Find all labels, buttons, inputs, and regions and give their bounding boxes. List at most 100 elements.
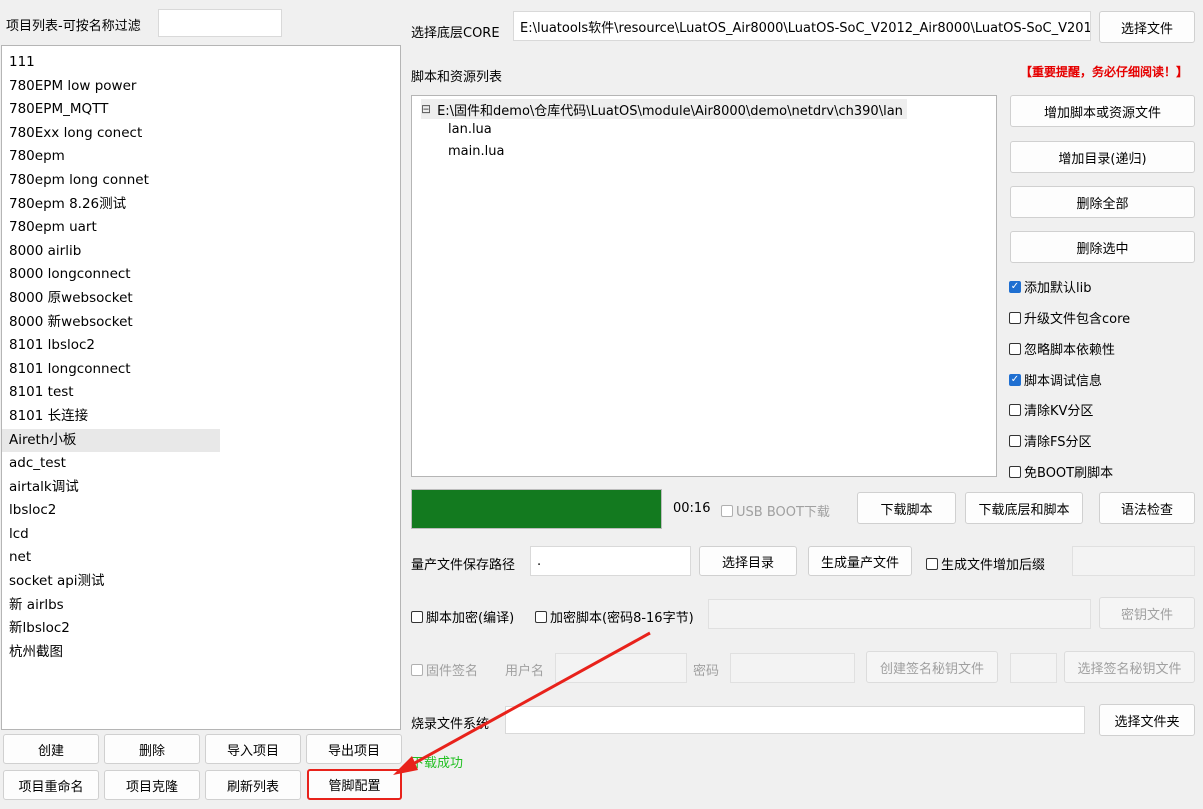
project-list-item[interactable]: 8101 test: [2, 381, 220, 405]
project-list-item[interactable]: 8101 longconnect: [2, 358, 220, 382]
download-core-script-button[interactable]: 下载底层和脚本: [965, 492, 1083, 524]
project-list-item[interactable]: lbsloc2: [2, 499, 220, 523]
fs-path-input[interactable]: [505, 706, 1085, 734]
project-list-item[interactable]: 780Exx long conect: [2, 122, 220, 146]
suffix-input[interactable]: [1072, 546, 1195, 576]
project-list-item[interactable]: 8101 lbsloc2: [2, 334, 220, 358]
select-directory-button[interactable]: 选择目录: [699, 546, 797, 576]
sign-username-label: 用户名: [505, 664, 545, 679]
tree-root-row[interactable]: ⊟ E:\固件和demo\仓库代码\LuatOS\module\Air8000\…: [421, 99, 907, 119]
sign-password-input[interactable]: [730, 653, 855, 683]
refresh-list-button[interactable]: 刷新列表: [205, 770, 301, 800]
export-project-button[interactable]: 导出项目: [306, 734, 402, 764]
checkbox-icon: [1009, 403, 1021, 416]
sign-username-input[interactable]: [555, 653, 687, 683]
checkbox-icon: [535, 610, 547, 623]
add-script-button[interactable]: 增加脚本或资源文件: [1010, 95, 1195, 127]
fs-label: 烧录文件系统: [411, 717, 490, 732]
checkbox-icon: [411, 663, 423, 676]
project-list-item[interactable]: 780epm uart: [2, 216, 220, 240]
add-directory-button[interactable]: 增加目录(递归): [1010, 141, 1195, 173]
project-list-item[interactable]: 8000 新websocket: [2, 311, 220, 335]
create-sign-key-button[interactable]: 创建签名秘钥文件: [866, 651, 998, 683]
project-list-item[interactable]: 780epm: [2, 145, 220, 169]
project-list-item[interactable]: Aireth小板: [2, 428, 220, 453]
checkbox-icon: [411, 610, 423, 623]
project-list-item[interactable]: 780epm long connet: [2, 169, 220, 193]
download-progress-fill: [412, 490, 661, 528]
option-checkbox[interactable]: 清除KV分区: [1009, 400, 1093, 419]
script-tree[interactable]: ⊟ E:\固件和demo\仓库代码\LuatOS\module\Air8000\…: [411, 95, 997, 477]
download-script-button[interactable]: 下载脚本: [857, 492, 956, 524]
generate-mass-file-button[interactable]: 生成量产文件: [808, 546, 912, 576]
rename-project-button[interactable]: 项目重命名: [3, 770, 99, 800]
tree-file-item[interactable]: lan.lua: [448, 122, 492, 137]
project-list[interactable]: 111 780EPM low power 780EPM_MQTT 780Exx lon…: [1, 45, 401, 730]
option-checkbox[interactable]: ✓ 脚本调试信息: [1009, 370, 1102, 389]
important-notice-link[interactable]: 【重要提醒，务必仔细阅读！】: [1020, 63, 1188, 80]
sign-key-path-input[interactable]: [1010, 653, 1057, 683]
project-list-item[interactable]: 8000 airlib: [2, 240, 220, 264]
project-list-item[interactable]: 111: [2, 51, 220, 75]
project-list-item[interactable]: 780epm 8.26测试: [2, 193, 220, 217]
project-list-item[interactable]: adc_test: [2, 452, 220, 476]
delete-project-button[interactable]: 删除: [104, 734, 200, 764]
project-filter-input[interactable]: [158, 9, 282, 37]
checkbox-icon: [1009, 434, 1021, 447]
encrypt-password-input[interactable]: [708, 599, 1091, 629]
tree-file-item[interactable]: main.lua: [448, 144, 504, 159]
delete-selected-button[interactable]: 删除选中: [1010, 231, 1195, 263]
option-checkbox[interactable]: 清除FS分区: [1009, 431, 1092, 450]
sign-password-label: 密码: [693, 664, 720, 679]
checkbox-icon: [1009, 311, 1021, 324]
project-list-item[interactable]: 新lbsloc2: [2, 617, 220, 641]
select-sign-key-button[interactable]: 选择签名秘钥文件: [1064, 651, 1195, 683]
core-path-input[interactable]: E:\luatools软件\resource\LuatOS_Air8000\Lu…: [513, 11, 1091, 41]
project-list-item[interactable]: 8000 longconnect: [2, 263, 220, 287]
checkbox-icon: [1009, 342, 1021, 355]
mass-path-label: 量产文件保存路径: [411, 558, 516, 573]
checkbox-icon: [926, 557, 938, 570]
project-list-item[interactable]: 8101 长连接: [2, 405, 220, 429]
project-list-item[interactable]: 780EPM low power: [2, 75, 220, 99]
project-list-item[interactable]: socket api测试: [2, 570, 220, 594]
checkbox-checked-icon: ✓: [1009, 373, 1021, 386]
project-list-item[interactable]: 780EPM_MQTT: [2, 98, 220, 122]
download-timer: 00:16: [673, 501, 711, 516]
project-list-item[interactable]: airtalk调试: [2, 476, 220, 500]
download-progress-bar: [411, 489, 662, 529]
option-checkbox[interactable]: 免BOOT刷脚本: [1009, 462, 1113, 481]
tree-root-path: E:\固件和demo\仓库代码\LuatOS\module\Air8000\de…: [437, 103, 903, 119]
project-list-item[interactable]: net: [2, 546, 220, 570]
checkbox-icon: [1009, 465, 1021, 478]
select-core-file-button[interactable]: 选择文件: [1099, 11, 1195, 43]
pin-config-button[interactable]: 管脚配置: [307, 769, 402, 800]
status-text: 下载成功: [411, 756, 464, 771]
key-file-button[interactable]: 密钥文件: [1099, 597, 1195, 629]
select-folder-button[interactable]: 选择文件夹: [1099, 704, 1195, 736]
project-list-item[interactable]: lcd: [2, 523, 220, 547]
mass-path-input[interactable]: .: [530, 546, 691, 576]
project-list-item[interactable]: 8000 原websocket: [2, 287, 220, 311]
collapse-icon[interactable]: ⊟: [421, 102, 431, 116]
delete-all-button[interactable]: 删除全部: [1010, 186, 1195, 218]
checkbox-icon: [721, 504, 733, 517]
project-list-item[interactable]: 杭州截图: [2, 641, 220, 665]
checkbox-checked-icon: ✓: [1009, 280, 1021, 293]
project-filter-label: 项目列表-可按名称过滤: [6, 19, 141, 34]
firmware-sign-checkbox[interactable]: 固件签名: [411, 660, 478, 679]
add-suffix-checkbox[interactable]: 生成文件增加后缀: [926, 554, 1045, 573]
option-checkbox[interactable]: ✓ 添加默认lib: [1009, 277, 1091, 296]
encrypt-script-checkbox[interactable]: 加密脚本(密码8-16字节): [535, 607, 694, 626]
option-checkbox[interactable]: 忽略脚本依赖性: [1009, 339, 1115, 358]
option-checkbox[interactable]: 升级文件包含core: [1009, 308, 1130, 327]
syntax-check-button[interactable]: 语法检查: [1099, 492, 1195, 524]
import-project-button[interactable]: 导入项目: [205, 734, 301, 764]
core-label: 选择底层CORE: [411, 26, 500, 41]
project-list-item[interactable]: 新 airlbs: [2, 594, 220, 618]
script-encrypt-checkbox[interactable]: 脚本加密(编译): [411, 607, 514, 626]
scripts-label: 脚本和资源列表: [411, 70, 503, 85]
usb-boot-checkbox[interactable]: USB BOOT下载: [721, 501, 830, 520]
clone-project-button[interactable]: 项目克隆: [104, 770, 200, 800]
create-project-button[interactable]: 创建: [3, 734, 99, 764]
